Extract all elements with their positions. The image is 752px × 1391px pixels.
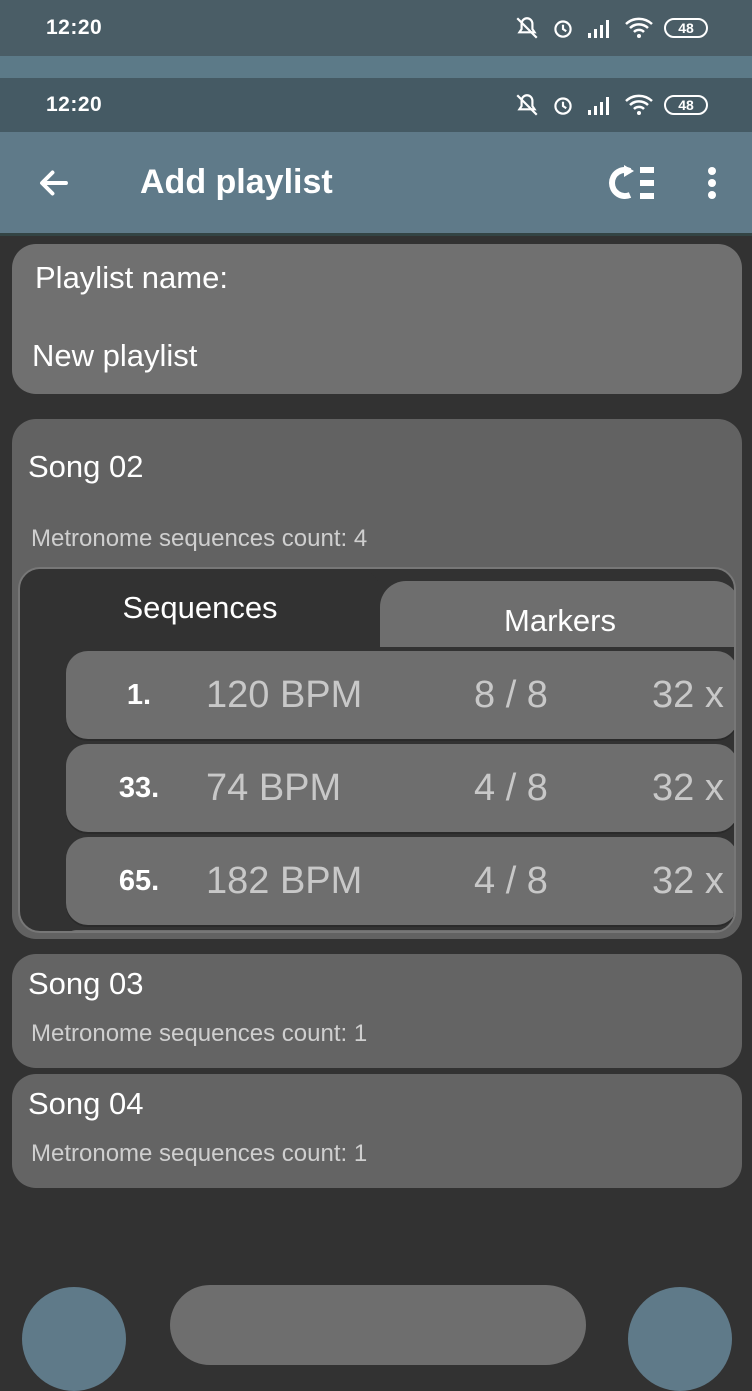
sequence-number: 1. bbox=[126, 678, 152, 711]
status-time-secondary: 12:20 bbox=[46, 93, 103, 116]
silent-bell-icon bbox=[516, 17, 538, 39]
right-fab-button[interactable] bbox=[628, 1287, 732, 1391]
arrow-left-icon bbox=[40, 170, 68, 195]
song-title: Song 02 bbox=[28, 449, 144, 484]
app-bar: Add playlist bbox=[0, 132, 752, 236]
status-bar: 12:20 48 bbox=[0, 0, 752, 56]
shuffle-list-icon bbox=[609, 164, 654, 199]
battery-indicator-secondary: 48 bbox=[664, 95, 708, 115]
song-card[interactable]: Song 03 Metronome sequences count: 1 bbox=[12, 954, 742, 1068]
song-card[interactable]: Song 04 Metronome sequences count: 1 bbox=[12, 1074, 742, 1188]
sequence-time-signature: 8 / 8 bbox=[474, 673, 548, 716]
playlist-name-input[interactable] bbox=[32, 332, 722, 380]
back-button[interactable] bbox=[0, 131, 108, 235]
sequence-row-partial[interactable] bbox=[66, 930, 734, 931]
app-bar-actions bbox=[592, 131, 752, 235]
status-strip bbox=[0, 56, 752, 78]
reorder-button[interactable] bbox=[592, 131, 672, 235]
wifi-icon bbox=[625, 94, 653, 115]
status-bar-secondary: 12:20 48 bbox=[0, 78, 752, 132]
status-icons: 48 bbox=[514, 15, 708, 41]
sequence-time-signature: 4 / 8 bbox=[474, 859, 548, 902]
song-sequence-count: Metronome sequences count: 1 bbox=[31, 1020, 368, 1047]
song-card-expanded[interactable]: Song 02 Metronome sequences count: 4 Mar… bbox=[12, 419, 742, 939]
wifi-icon bbox=[625, 17, 653, 38]
alarm-icon bbox=[554, 97, 572, 115]
page-title: Add playlist bbox=[140, 163, 333, 201]
sequence-repeat: 32 x bbox=[652, 673, 724, 716]
sequence-list: 1. 120 BPM 8 / 8 32 x 33. 74 BPM 4 / 8 3… bbox=[66, 651, 734, 931]
tab-markers[interactable]: Markers bbox=[380, 581, 734, 647]
status-time: 12:20 bbox=[46, 16, 103, 39]
playlist-name-label: Playlist name: bbox=[35, 260, 228, 295]
alarm-icon bbox=[554, 20, 572, 38]
status-icons-secondary: 48 bbox=[514, 92, 708, 118]
more-vert-icon bbox=[708, 166, 716, 199]
sequence-bpm: 120 BPM bbox=[206, 673, 363, 716]
sequence-time-signature: 4 / 8 bbox=[474, 766, 548, 809]
sequence-row[interactable]: 65. 182 BPM 4 / 8 32 x bbox=[66, 837, 734, 925]
song-title: Song 04 bbox=[28, 1086, 144, 1121]
bottom-action-pill[interactable] bbox=[170, 1285, 586, 1365]
battery-indicator: 48 bbox=[664, 18, 708, 38]
more-options-button[interactable] bbox=[672, 131, 752, 235]
sequence-repeat: 32 x bbox=[652, 766, 724, 809]
sequence-row[interactable]: 33. 74 BPM 4 / 8 32 x bbox=[66, 744, 734, 832]
silent-bell-icon bbox=[516, 94, 538, 116]
signal-icon bbox=[588, 20, 609, 38]
sequence-number: 65. bbox=[118, 864, 160, 897]
song-title: Song 03 bbox=[28, 966, 144, 1001]
sequence-number: 33. bbox=[118, 771, 160, 804]
sequence-bpm: 74 BPM bbox=[206, 766, 342, 809]
sequence-row[interactable]: 1. 120 BPM 8 / 8 32 x bbox=[66, 651, 734, 739]
sequence-bpm: 182 BPM bbox=[206, 859, 363, 902]
left-fab-button[interactable] bbox=[22, 1287, 126, 1391]
tab-sequences[interactable]: Sequences bbox=[20, 569, 380, 647]
signal-icon bbox=[588, 97, 609, 115]
song-sequence-count: Metronome sequences count: 4 bbox=[31, 525, 368, 552]
song-tabs-panel: Markers Sequences 1. 120 BPM 8 / 8 32 x … bbox=[18, 567, 736, 933]
playlist-name-card: Playlist name: bbox=[12, 244, 742, 394]
sequence-repeat: 32 x bbox=[652, 859, 724, 902]
song-sequence-count: Metronome sequences count: 1 bbox=[31, 1140, 368, 1167]
